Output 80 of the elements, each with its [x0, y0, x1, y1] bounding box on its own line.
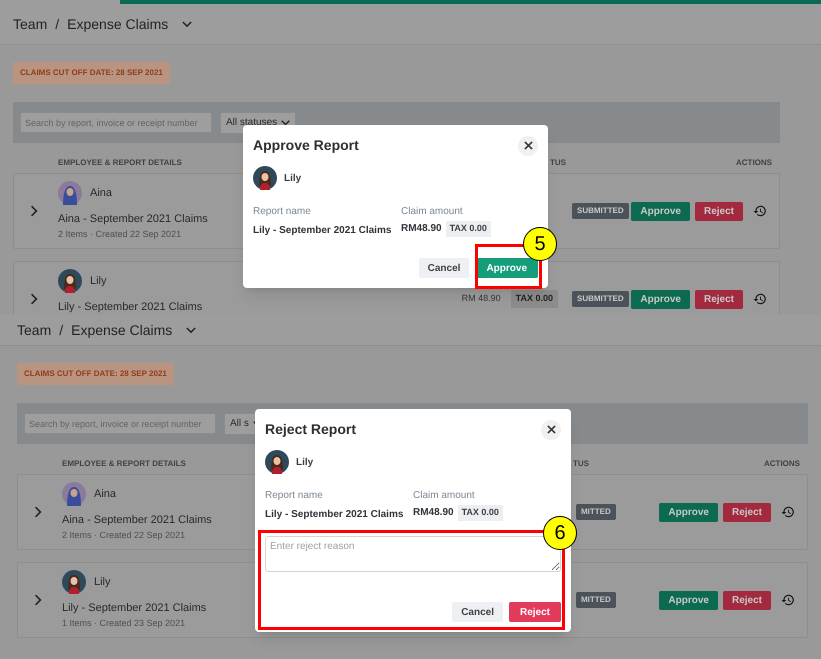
close-icon: [524, 141, 532, 150]
dialog-title: Approve Report: [253, 136, 359, 155]
reject-button[interactable]: Reject: [722, 590, 771, 610]
reject-button[interactable]: Reject: [508, 602, 561, 622]
report-meta: 2 Items · Created 22 Sep 2021: [62, 528, 186, 542]
history-icon[interactable]: [753, 292, 767, 306]
employee-name: Lily: [284, 172, 302, 186]
field-label: Claim amount: [413, 489, 476, 503]
column-header: ACTIONS: [736, 157, 772, 169]
employee-name: Lily: [90, 274, 107, 289]
breadcrumb-separator: /: [59, 320, 64, 340]
close-icon: [546, 425, 556, 434]
page-title: Expense Claims: [67, 14, 168, 34]
approve-button[interactable]: Approve: [631, 202, 690, 220]
status-tag: MITTED: [576, 592, 616, 608]
column-header: EMPLOYEE & REPORT DETAILS: [58, 158, 182, 167]
field-label: Report name: [253, 205, 312, 219]
employee-name: Aina: [94, 486, 116, 502]
history-icon[interactable]: [781, 505, 795, 519]
avatar-icon: [253, 166, 277, 190]
reject-button[interactable]: Reject: [694, 202, 743, 220]
employee-name: Lily: [296, 456, 314, 470]
tax-tag: TAX 0.00: [510, 290, 558, 308]
dialog-title: Reject Report: [265, 420, 356, 439]
employee-name: Aina: [90, 186, 112, 201]
report-meta: 1 Items · Created 23 Sep 2021: [62, 616, 186, 630]
avatar-icon: [62, 482, 86, 506]
claim-amount: RM48.90: [401, 222, 442, 236]
cutoff-tag: CLAIMS CUT OFF DATE: 28 SEP 2021: [17, 363, 174, 385]
report-title: Aina - September 2021 Claims: [62, 513, 212, 528]
avatar-icon: [265, 450, 289, 474]
column-header: TUS: [550, 157, 566, 169]
history-icon[interactable]: [781, 593, 795, 607]
claim-amount: RM 48.90: [462, 292, 501, 306]
reject-button[interactable]: Reject: [694, 290, 743, 308]
search-field[interactable]: Search by report, invoice or receipt number: [24, 413, 216, 434]
breadcrumb-parent[interactable]: Team: [13, 14, 48, 34]
tax-tag: TAX 0.00: [458, 505, 503, 520]
report-meta: 2 Items · Created 22 Sep 2021: [58, 228, 182, 241]
avatar-icon: [58, 269, 82, 293]
approve-button[interactable]: Approve: [631, 290, 690, 308]
chevron-down-icon[interactable]: [182, 20, 192, 28]
approve-button[interactable]: Approve: [659, 502, 718, 522]
breadcrumb-separator: /: [55, 14, 60, 34]
column-header: EMPLOYEE & REPORT DETAILS: [62, 459, 186, 468]
status-tag: SUBMITTED: [572, 203, 629, 219]
chevron-right-icon[interactable]: [30, 293, 38, 305]
chevron-right-icon[interactable]: [34, 594, 42, 606]
field-label: Report name: [265, 489, 324, 503]
close-button[interactable]: [541, 420, 561, 440]
column-header: ACTIONS: [764, 458, 800, 470]
approve-button[interactable]: Approve: [659, 590, 718, 610]
status-tag: SUBMITTED: [572, 291, 629, 307]
column-header: TUS: [573, 458, 589, 470]
close-button[interactable]: [518, 136, 538, 156]
chevron-down-icon: [281, 120, 290, 126]
cutoff-tag: CLAIMS CUT OFF DATE: 28 SEP 2021: [13, 62, 170, 84]
field-label: Claim amount: [401, 205, 464, 219]
chevron-down-icon[interactable]: [186, 326, 196, 334]
chevron-right-icon[interactable]: [34, 506, 42, 518]
page-title: Expense Claims: [71, 320, 172, 340]
cancel-button[interactable]: Cancel: [418, 258, 470, 278]
report-title: Lily - September 2021 Claims: [58, 300, 202, 315]
cancel-button[interactable]: Cancel: [452, 602, 503, 622]
history-icon[interactable]: [753, 204, 767, 218]
status-tag: MITTED: [576, 504, 616, 520]
report-title: Lily - September 2021 Claims: [62, 601, 206, 616]
avatar-icon: [62, 570, 86, 594]
reject-button[interactable]: Reject: [722, 502, 771, 522]
tax-tag: TAX 0.00: [446, 221, 491, 236]
avatar-icon: [58, 181, 82, 205]
report-title: Aina - September 2021 Claims: [58, 212, 208, 227]
claim-amount: RM48.90: [413, 506, 454, 520]
report-name: Lily - September 2021 Claims: [253, 224, 392, 238]
breadcrumb-parent[interactable]: Team: [17, 320, 52, 340]
chevron-right-icon[interactable]: [30, 205, 38, 217]
employee-name: Lily: [94, 574, 111, 590]
search-field[interactable]: Search by report, invoice or receipt number: [20, 112, 212, 133]
approve-button[interactable]: Approve: [475, 258, 538, 278]
report-name: Lily - September 2021 Claims: [265, 508, 404, 522]
